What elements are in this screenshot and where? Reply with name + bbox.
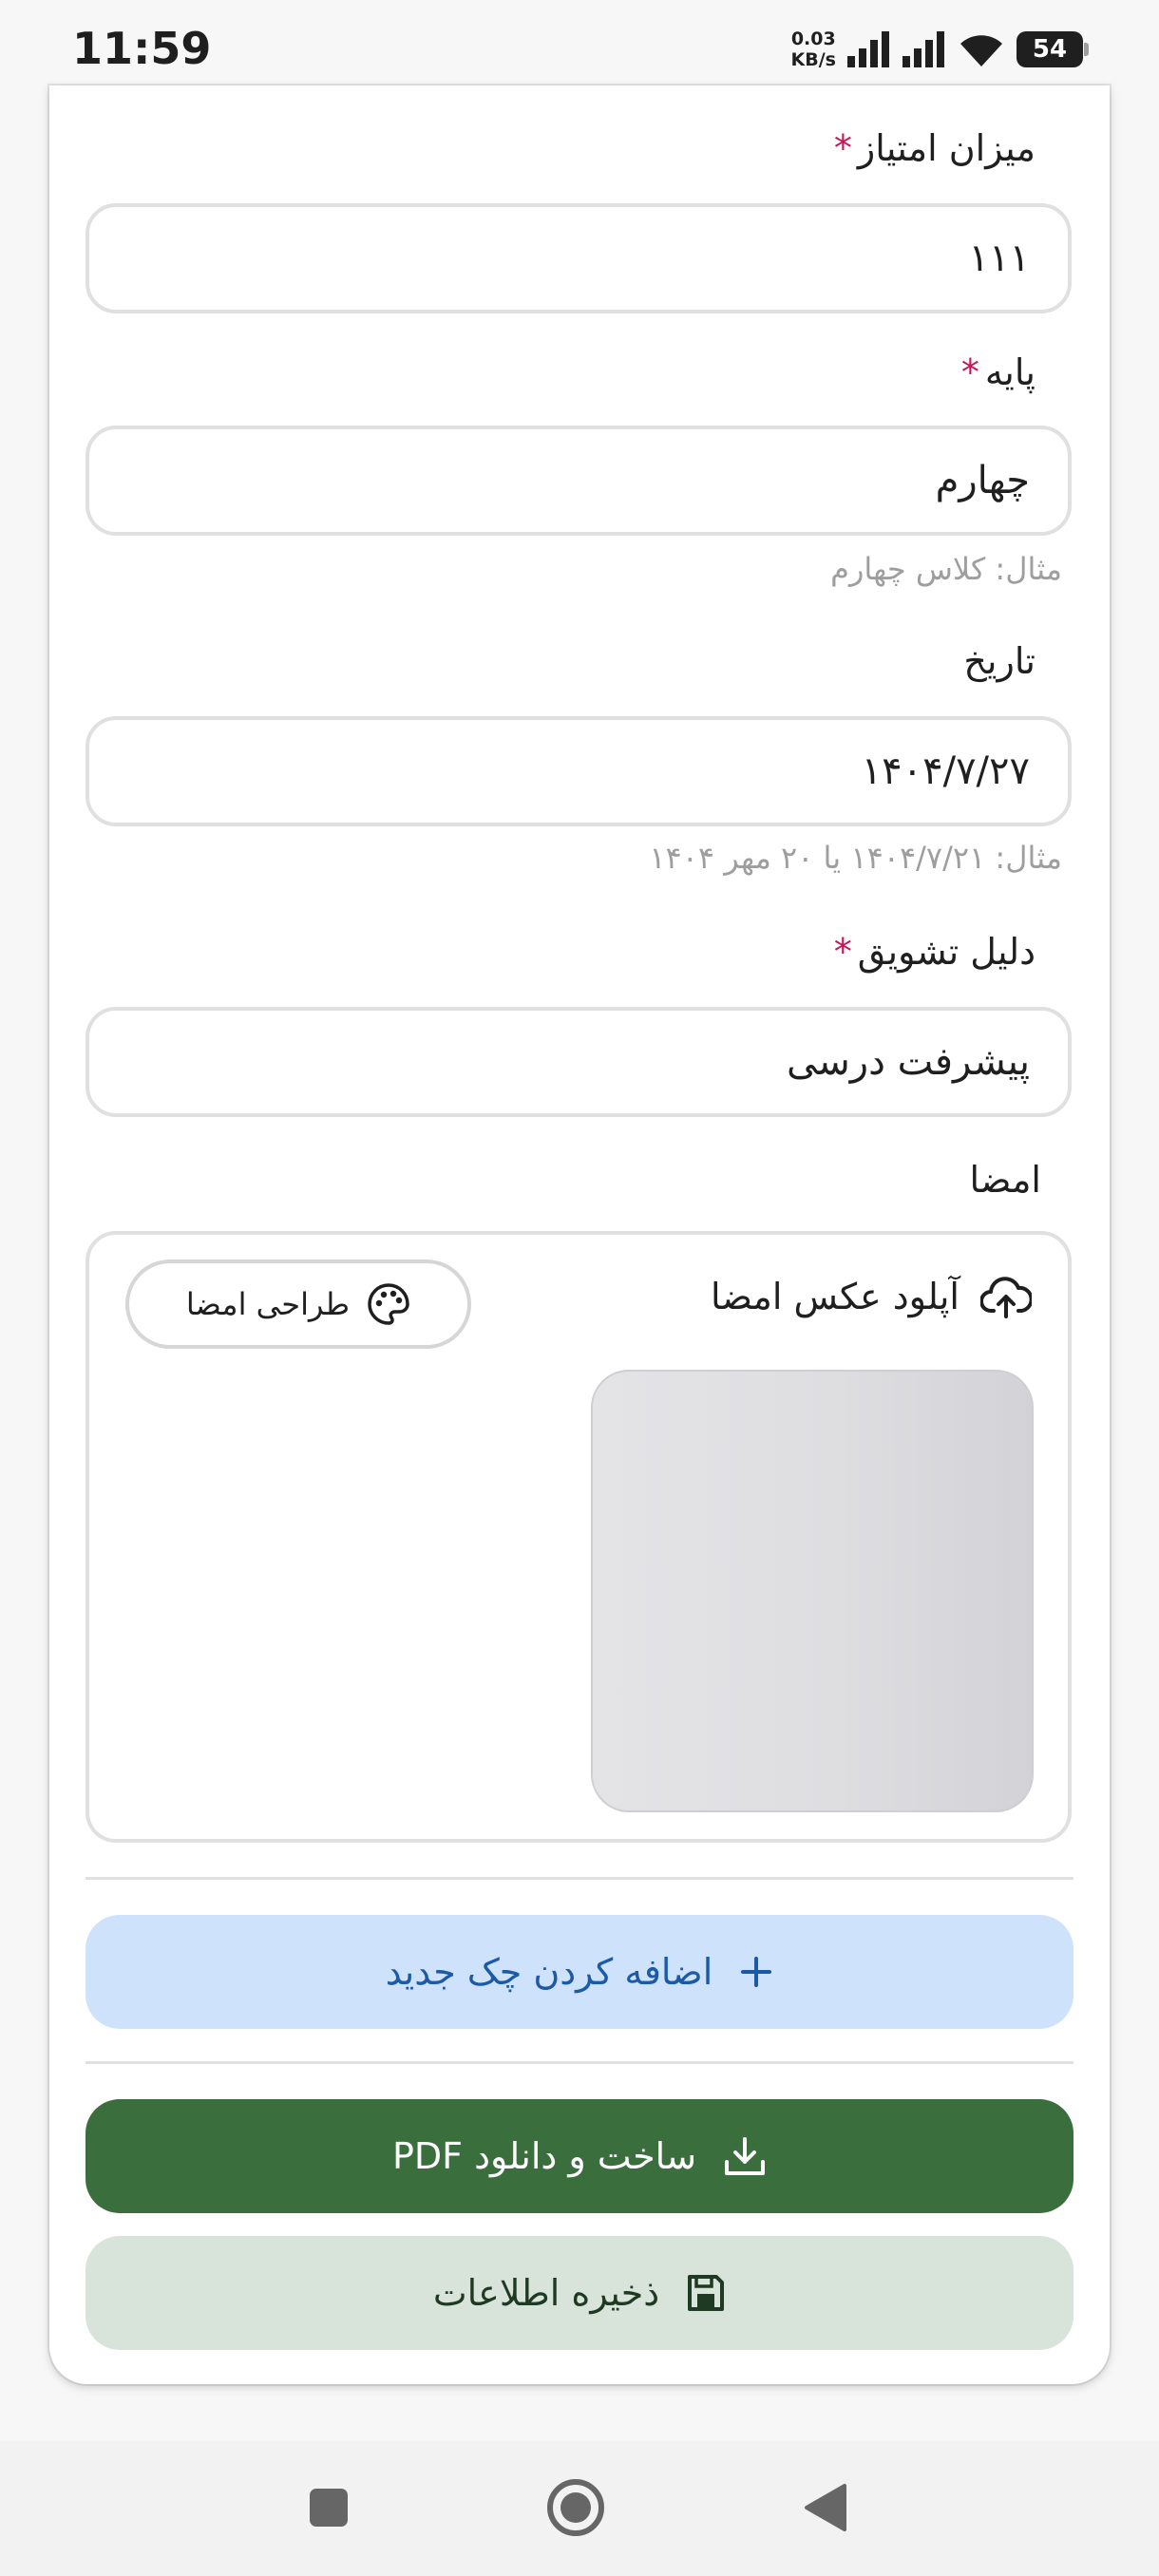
- add-check-button[interactable]: اضافه کردن چک جدید: [86, 1915, 1074, 2029]
- reason-label: دلیل تشویق*: [834, 931, 1036, 973]
- network-speed: 0.03 KB/s: [791, 28, 836, 70]
- signature-box: آپلود عکس امضا طراحی امضا: [86, 1231, 1072, 1843]
- cloud-upload-icon: [980, 1277, 1032, 1318]
- battery-level: 54: [1032, 35, 1068, 64]
- signal-icon: [847, 31, 889, 67]
- divider: [86, 2061, 1074, 2064]
- grade-label-text: پایه: [984, 351, 1036, 393]
- grade-hint: مثال: کلاس چهارم: [830, 551, 1062, 587]
- score-label-text: میزان امتیاز: [857, 127, 1036, 169]
- grade-input-value: چهارم: [935, 459, 1030, 502]
- wifi-icon: [960, 35, 1002, 66]
- download-icon: [725, 2137, 766, 2175]
- plus-icon: [741, 1957, 772, 1987]
- draw-signature-label: طراحی امضا: [185, 1286, 351, 1322]
- required-mark: *: [833, 931, 852, 973]
- date-input-value: ۱۴۰۴/۷/۲۷: [861, 749, 1030, 793]
- add-check-label: اضافه کردن چک جدید: [385, 1951, 713, 1993]
- score-label: میزان امتیاز*: [834, 127, 1036, 169]
- build-pdf-label: ساخت و دانلود PDF: [391, 2135, 697, 2177]
- signature-label-text: امضا: [969, 1159, 1041, 1201]
- reason-label-text: دلیل تشویق: [857, 931, 1036, 973]
- upload-signature-label: آپلود عکس امضا: [711, 1276, 960, 1317]
- reason-input-value: پیشرفت درسی: [786, 1040, 1030, 1084]
- draw-signature-button[interactable]: طراحی امضا: [125, 1260, 471, 1349]
- score-input-value: ۱۱۱: [968, 237, 1030, 280]
- grade-input[interactable]: چهارم: [86, 426, 1072, 536]
- palette-icon: [368, 1283, 409, 1325]
- network-speed-value: 0.03: [790, 28, 836, 49]
- status-time: 11:59: [72, 23, 212, 74]
- upload-signature-button[interactable]: آپلود عکس امضا: [711, 1275, 1032, 1318]
- form-card: میزان امتیاز* ۱۱۱ پایه* چهارم مثال: کلاس…: [49, 85, 1110, 2384]
- battery-icon: 54: [1016, 31, 1089, 67]
- back-icon: [805, 2484, 846, 2531]
- date-input[interactable]: ۱۴۰۴/۷/۲۷: [86, 716, 1072, 826]
- navigation-bar: [0, 2441, 1159, 2576]
- recents-icon: [310, 2489, 348, 2527]
- network-speed-unit: KB/s: [790, 49, 836, 70]
- home-icon: [547, 2479, 604, 2536]
- save-label: ذخیره اطلاعات: [432, 2272, 660, 2314]
- save-button[interactable]: ذخیره اطلاعات: [86, 2236, 1074, 2350]
- build-pdf-button[interactable]: ساخت و دانلود PDF: [86, 2099, 1074, 2213]
- signature-preview: [591, 1370, 1034, 1812]
- back-button[interactable]: [796, 2479, 853, 2536]
- recents-button[interactable]: [300, 2479, 357, 2536]
- reason-input[interactable]: پیشرفت درسی: [86, 1007, 1072, 1117]
- grade-label: پایه*: [961, 351, 1036, 393]
- date-hint: مثال: ۱۴۰۴/۷/۲۱ یا ۲۰ مهر ۱۴۰۴: [649, 840, 1062, 876]
- home-button[interactable]: [545, 2477, 606, 2538]
- date-label: تاریخ: [963, 640, 1036, 682]
- date-label-text: تاریخ: [963, 640, 1036, 682]
- floppy-disk-icon: [688, 2275, 725, 2311]
- required-mark: *: [960, 351, 979, 393]
- required-mark: *: [833, 127, 852, 169]
- divider: [86, 1877, 1074, 1880]
- signature-label: امضا: [970, 1159, 1041, 1201]
- score-input[interactable]: ۱۱۱: [86, 203, 1072, 313]
- signal-icon: [902, 31, 944, 67]
- status-icons: 0.03 KB/s 54: [791, 28, 1089, 70]
